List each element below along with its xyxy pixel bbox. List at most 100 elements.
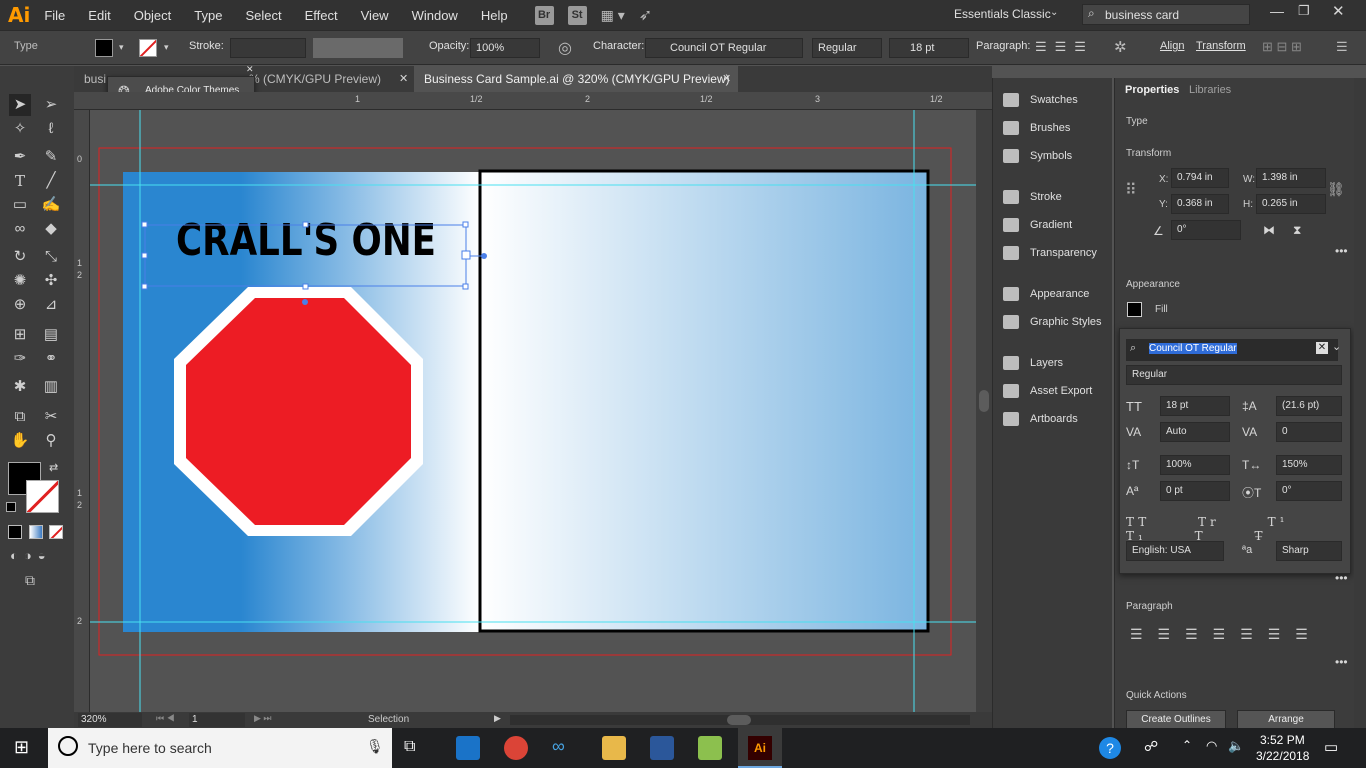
horizontal-scrollbar[interactable] <box>510 715 970 725</box>
action-center-icon[interactable]: ▭ <box>1324 738 1338 756</box>
panel-menu-icon[interactable]: ☰ <box>1336 39 1348 55</box>
restore-icon[interactable]: ❐ <box>1298 3 1310 19</box>
height-field[interactable]: 0.265 in <box>1256 194 1326 214</box>
arrange-button[interactable]: Arrange <box>1237 710 1335 730</box>
selection-handle[interactable] <box>462 221 469 228</box>
menu-view[interactable]: View <box>361 8 389 23</box>
font-size-select[interactable]: 18 pt <box>1160 396 1230 416</box>
panel-artboards[interactable]: Artboards <box>993 408 1113 430</box>
graph-tool-icon[interactable]: ▥ <box>40 376 62 398</box>
isolate-icon[interactable]: ⊞ ⊟ ⊞ <box>1262 39 1302 55</box>
stroke-dropdown-icon[interactable]: ▾ <box>164 42 169 53</box>
artboard-tool-icon[interactable]: ⧉ <box>9 406 31 428</box>
panel-layers[interactable]: Layers <box>993 352 1113 374</box>
font-search-field[interactable]: Council OT Regular <box>1126 339 1338 361</box>
artboard-nav-prev-icon[interactable]: ⏮ ◀ <box>156 713 175 724</box>
variable-width-profile[interactable] <box>313 38 403 58</box>
character-rotation-select[interactable]: 0° <box>1276 481 1342 501</box>
menu-help[interactable]: Help <box>481 8 508 23</box>
chrome-icon[interactable] <box>504 736 528 760</box>
vertical-scrollbar[interactable] <box>976 110 992 712</box>
flip-vertical-icon[interactable]: ⧗ <box>1293 223 1301 238</box>
windows-start-icon[interactable]: ⊞ <box>14 737 29 758</box>
edge-icon[interactable] <box>456 736 480 760</box>
artboard-canvas[interactable]: CRALL'S ONE <box>90 110 976 712</box>
workspace-switcher[interactable]: Essentials Classic <box>954 7 1051 21</box>
tooltip-close-icon[interactable]: ✕ <box>246 64 254 75</box>
menu-edit[interactable]: Edit <box>88 8 110 23</box>
create-outlines-button[interactable]: Create Outlines <box>1126 710 1226 730</box>
fill-dropdown-icon[interactable]: ▾ <box>119 42 124 53</box>
tab-business-card-sample[interactable]: Business Card Sample.ai @ 320% (CMYK/GPU… <box>414 66 738 92</box>
swap-colors-icon[interactable]: ⇄ <box>49 461 58 474</box>
app-green-icon[interactable] <box>698 736 722 760</box>
tab-second-doc[interactable]: % (CMYK/GPU Preview) <box>239 66 414 92</box>
tab-libraries[interactable]: Libraries <box>1189 84 1231 96</box>
transform-link[interactable]: Transform <box>1196 40 1246 52</box>
font-dropdown-icon[interactable]: ⌄ <box>1332 340 1341 353</box>
gpu-performance-icon[interactable]: ➶ <box>639 5 652 25</box>
workspace-chevron-icon[interactable]: ⌄ <box>1050 7 1058 18</box>
panel-appearance[interactable]: Appearance <box>993 283 1113 305</box>
draw-mode-icons[interactable]: ◐◑◒ <box>10 548 52 563</box>
clock-time[interactable]: 3:52 PM <box>1260 733 1305 747</box>
eraser-icon[interactable]: ◆ <box>40 218 62 240</box>
word-icon[interactable] <box>650 736 674 760</box>
menu-select[interactable]: Select <box>245 8 281 23</box>
selection-handle[interactable] <box>302 221 309 228</box>
panel-asset-export[interactable]: Asset Export <box>993 380 1113 402</box>
font-style-select[interactable]: Regular <box>1126 365 1342 385</box>
stock-icon[interactable]: St <box>567 5 587 25</box>
shape-builder-icon[interactable]: ⊕ <box>9 294 31 316</box>
clear-font-icon[interactable]: ✕ <box>1316 342 1328 354</box>
tab-properties[interactable]: Properties <box>1125 84 1179 96</box>
menu-file[interactable]: File <box>44 8 65 23</box>
symbol-sprayer-icon[interactable]: ✱ <box>9 376 31 398</box>
none-mode-icon[interactable] <box>49 525 63 539</box>
app-infinity-icon[interactable]: ∞ <box>552 736 565 757</box>
file-explorer-icon[interactable] <box>602 736 626 760</box>
hand-tool-icon[interactable]: ✋ <box>9 430 31 452</box>
close-tab-icon[interactable]: ✕ <box>399 72 408 85</box>
panel-transparency[interactable]: Transparency <box>993 242 1113 264</box>
microphone-icon[interactable]: 🎙 <box>366 738 384 755</box>
paintbrush-icon[interactable]: ✍ <box>40 194 62 216</box>
selection-handle[interactable] <box>461 250 471 260</box>
shaper-tool-icon[interactable]: ∞ <box>9 218 31 240</box>
gradient-mode-icon[interactable] <box>29 525 43 539</box>
opacity-field[interactable]: 100% <box>470 38 540 58</box>
menu-window[interactable]: Window <box>412 8 458 23</box>
constrain-proportions-icon[interactable]: ⛓ <box>1327 181 1345 198</box>
search-input[interactable]: business card <box>1082 4 1250 25</box>
menu-effect[interactable]: Effect <box>305 8 338 23</box>
font-style-field[interactable]: Regular <box>812 38 882 58</box>
stroke-swatch[interactable] <box>139 39 157 57</box>
width-field[interactable]: 1.398 in <box>1256 168 1326 188</box>
rectangle-tool-icon[interactable]: ▭ <box>9 194 31 216</box>
font-size-field[interactable]: 18 pt <box>889 38 969 58</box>
magic-wand-icon[interactable]: ✧ <box>9 118 31 140</box>
task-view-icon[interactable]: ⧉ <box>404 738 415 756</box>
color-mode-icon[interactable] <box>8 525 22 539</box>
slice-tool-icon[interactable]: ✂ <box>40 406 62 428</box>
panel-graphic-styles[interactable]: Graphic Styles <box>993 311 1113 333</box>
text-style-icons[interactable]: TT Tr T¹ T₁ T T̶ <box>1126 515 1350 543</box>
rotate-field[interactable]: 0° <box>1171 220 1241 240</box>
font-family-field[interactable]: Council OT Regular <box>645 38 803 58</box>
x-field[interactable]: 0.794 in <box>1171 168 1229 188</box>
more-options-icon[interactable]: ••• <box>1335 244 1348 258</box>
horizontal-scale-select[interactable]: 150% <box>1276 455 1342 475</box>
fill-swatch[interactable] <box>95 39 113 57</box>
taskbar-search-box[interactable]: Type here to search 🎙 <box>48 728 392 768</box>
reference-point-icon[interactable]: ⠿ <box>1125 180 1137 200</box>
horizontal-scroll-thumb[interactable] <box>727 715 751 725</box>
stroke-weight-field[interactable] <box>230 38 306 58</box>
mesh-tool-icon[interactable]: ⊞ <box>9 324 31 346</box>
selection-handle[interactable] <box>141 252 148 259</box>
clock-date[interactable]: 3/22/2018 <box>1256 749 1309 763</box>
y-field[interactable]: 0.368 in <box>1171 194 1229 214</box>
vertical-scroll-thumb[interactable] <box>979 390 989 412</box>
scale-tool-icon[interactable]: ⤡ <box>40 246 62 268</box>
zoom-field[interactable]: 320% <box>78 713 142 727</box>
curvature-tool-icon[interactable]: ✎ <box>40 146 62 168</box>
